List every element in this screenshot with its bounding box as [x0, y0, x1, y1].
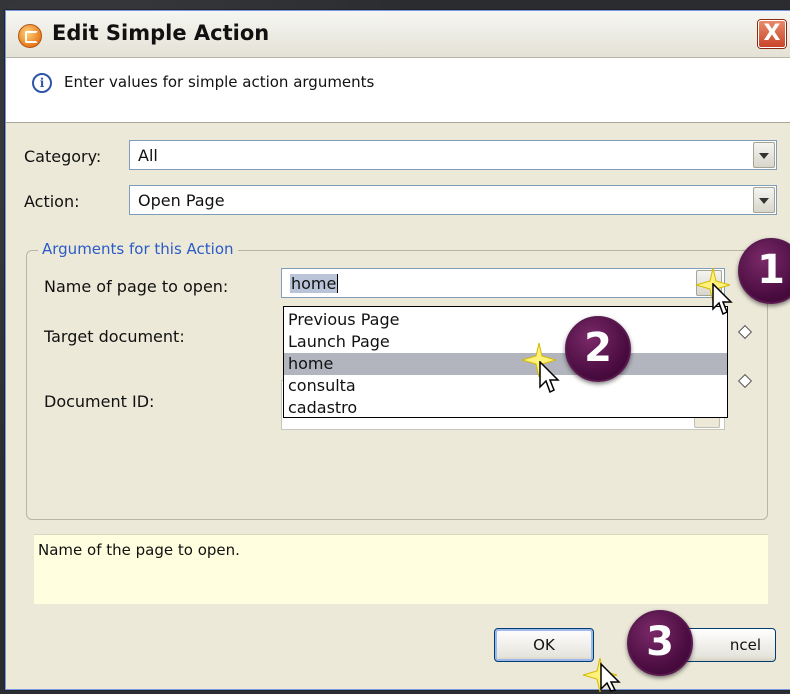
- info-banner: i Enter values for simple action argumen…: [6, 58, 790, 123]
- target-document-label: Target document:: [44, 327, 185, 346]
- cancel-button[interactable]: ncel: [680, 628, 776, 662]
- step-badge-3: 3: [627, 610, 693, 676]
- action-label: Action:: [24, 192, 80, 211]
- dropdown-option[interactable]: cadastro: [284, 397, 727, 419]
- dropdown-option[interactable]: consulta: [284, 375, 727, 397]
- step-badge-2: 2: [565, 316, 631, 382]
- page-dropdown-list: Previous Page Launch Page home consulta …: [283, 306, 728, 418]
- mouse-pointer-icon: [539, 361, 560, 394]
- chevron-down-icon[interactable]: [753, 142, 775, 168]
- mouse-pointer-icon: [600, 662, 621, 692]
- dropdown-option[interactable]: Previous Page: [284, 309, 727, 331]
- app-icon: [18, 24, 42, 48]
- action-value: Open Page: [138, 191, 225, 210]
- info-text: Enter values for simple action arguments: [64, 73, 375, 91]
- help-text: Name of the page to open.: [38, 541, 240, 559]
- mouse-pointer-icon: [712, 283, 733, 316]
- action-select[interactable]: Open Page: [129, 185, 777, 215]
- document-id-label: Document ID:: [44, 392, 155, 411]
- category-select[interactable]: All: [129, 140, 777, 170]
- page-name-value: home: [290, 274, 339, 293]
- category-label: Category:: [24, 147, 102, 166]
- page-name-label: Name of page to open:: [44, 277, 229, 296]
- chevron-down-icon[interactable]: [753, 187, 775, 213]
- category-value: All: [138, 146, 158, 165]
- close-button[interactable]: X: [758, 20, 786, 48]
- page-name-input[interactable]: home: [281, 268, 725, 298]
- info-icon: i: [32, 73, 52, 93]
- arguments-group-title: Arguments for this Action: [38, 240, 238, 258]
- ok-button[interactable]: OK: [494, 628, 594, 662]
- dropdown-option-selected[interactable]: home: [284, 353, 727, 375]
- title-bar: Edit Simple Action X: [6, 11, 790, 58]
- help-panel: Name of the page to open.: [34, 534, 768, 604]
- dialog-title: Edit Simple Action: [52, 21, 270, 45]
- dropdown-option[interactable]: Launch Page: [284, 331, 727, 353]
